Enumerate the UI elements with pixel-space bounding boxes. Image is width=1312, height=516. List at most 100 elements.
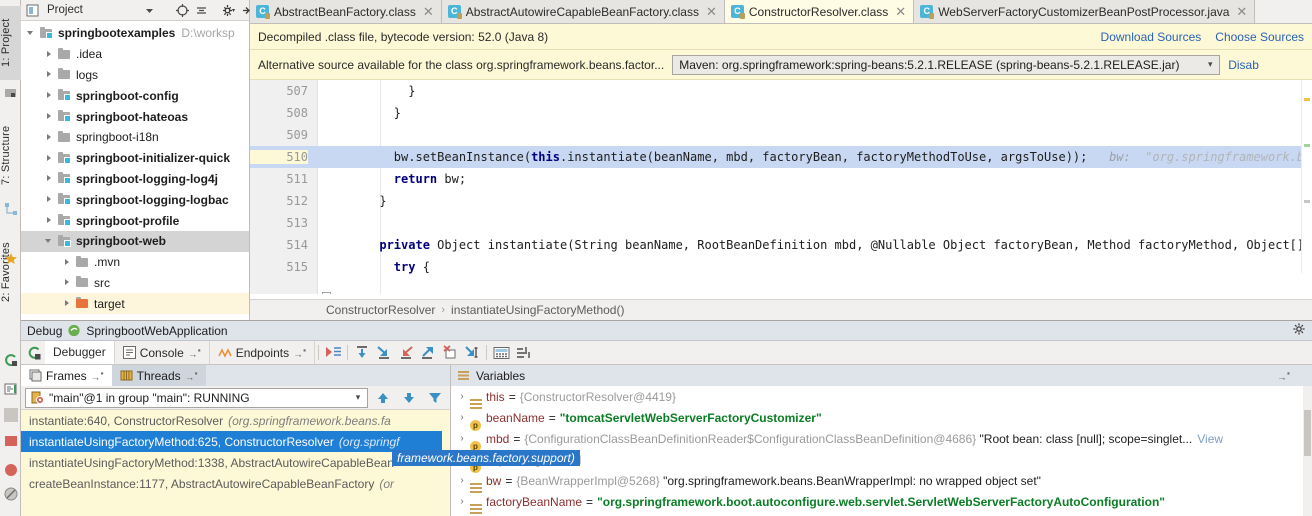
gear-icon[interactable] — [1292, 322, 1306, 339]
close-icon[interactable]: ✕ — [895, 4, 906, 20]
detach-icon[interactable]: →▪ — [188, 345, 201, 360]
editor-scrollbar[interactable] — [1301, 80, 1312, 273]
force-step-into-icon[interactable] — [395, 341, 417, 364]
tree-node[interactable]: springboot-initializer-quick — [21, 148, 249, 169]
frame-row[interactable]: instantiateUsingFactoryMethod:625, Const… — [21, 431, 450, 452]
disable-link[interactable]: Disab — [1228, 58, 1259, 72]
console-output-icon[interactable] — [4, 382, 18, 396]
settings-icon[interactable] — [221, 3, 236, 18]
tree-node[interactable]: springbootexamples D:\worksp — [21, 23, 249, 44]
chevron-right-icon[interactable] — [43, 193, 56, 206]
code-viewer[interactable]: 507 } 508 } 509 510 bw.setBeanInstance(this… — [250, 80, 1312, 294]
editor-tab-bar[interactable]: C AbstractBeanFactory.class ✕ C AbstractAuto… — [250, 0, 1312, 24]
chevron-right-icon[interactable] — [43, 68, 56, 81]
breadcrumb[interactable]: ConstructorResolver › instantiateUsingFa… — [250, 299, 1312, 320]
frames-tab-bar[interactable]: Frames →▪ Threads →▪ — [21, 365, 450, 386]
rerun-icon[interactable] — [4, 353, 18, 367]
chevron-right-icon[interactable]: › — [455, 475, 469, 486]
choose-sources-link[interactable]: Choose Sources — [1215, 30, 1304, 44]
tree-node[interactable]: springboot-logging-logbac — [21, 189, 249, 210]
editor-tab[interactable]: C AbstractAutowireCapableBeanFactory.clas… — [441, 0, 725, 23]
chevron-right-icon[interactable] — [43, 110, 56, 123]
project-tree[interactable]: springbootexamples D:\worksp .idea logs spri… — [21, 21, 249, 320]
chevron-right-icon[interactable]: › — [455, 391, 469, 402]
step-into-icon[interactable] — [373, 341, 395, 364]
filter-icon[interactable] — [424, 391, 446, 405]
variable-row[interactable]: › p mbd = {ConfigurationClassBeanDefinitionR… — [451, 428, 1312, 452]
variables-scrollbar[interactable] — [1303, 386, 1312, 516]
tree-node[interactable]: logs — [21, 65, 249, 86]
chevron-down-icon[interactable] — [142, 3, 157, 18]
chevron-right-icon[interactable] — [43, 152, 56, 165]
frame-row[interactable]: createBeanInstance:1177, AbstractAutowir… — [21, 473, 450, 494]
pause-icon[interactable] — [4, 408, 18, 422]
tab-debugger[interactable]: Debugger — [45, 341, 115, 364]
detach-icon[interactable]: →▪ — [185, 368, 198, 383]
chevron-right-icon[interactable] — [43, 131, 56, 144]
run-to-cursor-icon[interactable] — [461, 341, 483, 364]
variables-list[interactable]: › this = {ConstructorResolver@4419} › p beanN… — [451, 386, 1312, 516]
chevron-right-icon[interactable] — [43, 172, 56, 185]
tab-frames[interactable]: Frames →▪ — [21, 365, 112, 386]
step-over-icon[interactable] — [351, 341, 373, 364]
thread-selector[interactable]: "main"@1 in group "main": RUNNING ▾ — [25, 387, 368, 408]
fold-marker-icon[interactable] — [322, 292, 331, 294]
arrow-up-icon[interactable] — [372, 391, 394, 405]
layout-settings-icon[interactable] — [512, 341, 534, 364]
chevron-right-icon[interactable] — [43, 214, 56, 227]
chevron-right-icon[interactable]: › — [455, 496, 469, 507]
arrow-down-icon[interactable] — [398, 391, 420, 405]
chevron-right-icon[interactable] — [43, 89, 56, 102]
debug-tab-bar[interactable]: Debugger Console →▪ Endpoints →▪ — [21, 341, 1312, 365]
detach-icon[interactable]: →▪ — [293, 345, 306, 360]
chevron-down-icon[interactable] — [25, 27, 38, 40]
variable-row[interactable]: pexplicitArgs=null — [451, 449, 1312, 473]
variable-row[interactable]: › factoryBeanName = "org.springframework.bo… — [451, 491, 1312, 514]
close-icon[interactable]: ✕ — [706, 4, 717, 20]
project-view-mode-icon[interactable] — [25, 3, 40, 18]
chevron-down-icon[interactable] — [43, 235, 56, 248]
step-out-icon[interactable] — [417, 341, 439, 364]
tree-node[interactable]: .idea — [21, 44, 249, 65]
tree-node[interactable]: springboot-logging-log4j — [21, 169, 249, 190]
tree-node[interactable]: .mvn — [21, 252, 249, 273]
editor-tab[interactable]: C WebServerFactoryCustomizerBeanPostProce… — [914, 0, 1256, 23]
detach-icon[interactable]: →▪ — [91, 368, 104, 383]
tab-console[interactable]: Console →▪ — [115, 341, 210, 364]
chevron-right-icon[interactable] — [61, 256, 74, 269]
editor-tab[interactable]: C AbstractBeanFactory.class ✕ — [250, 0, 442, 23]
variable-row[interactable]: › p beanName = "tomcatServletWebServerFactor… — [451, 407, 1312, 431]
tree-node[interactable]: springboot-hateoas — [21, 106, 249, 127]
variables-scrollbar-thumb[interactable] — [1304, 410, 1311, 456]
evaluate-expression-icon[interactable] — [490, 341, 512, 364]
drop-frame-icon[interactable] — [439, 341, 461, 364]
tab-endpoints[interactable]: Endpoints →▪ — [210, 341, 316, 364]
collapse-all-icon[interactable] — [194, 3, 209, 18]
tree-node[interactable]: springboot-config — [21, 85, 249, 106]
breadcrumb-method[interactable]: instantiateUsingFactoryMethod() — [451, 303, 624, 317]
frames-list[interactable]: instantiate:640, ConstructorResolver (org… — [21, 410, 450, 516]
close-icon[interactable]: ✕ — [423, 4, 434, 20]
download-sources-link[interactable]: Download Sources — [1101, 30, 1202, 44]
view-breakpoints-icon[interactable] — [4, 463, 18, 477]
tree-node[interactable]: springboot-i18n — [21, 127, 249, 148]
frame-row[interactable]: instantiateUsingFactoryMethod:1338, Abst… — [21, 452, 450, 473]
tool-window-tab-structure[interactable]: 7: Structure — [0, 112, 21, 198]
chevron-right-icon[interactable]: › — [455, 433, 469, 444]
chevron-right-icon[interactable] — [43, 48, 56, 61]
tree-node[interactable]: springboot-profile — [21, 210, 249, 231]
tool-window-tab-project[interactable]: 1: Project — [0, 6, 21, 80]
close-icon[interactable]: ✕ — [1236, 4, 1247, 20]
variable-row[interactable]: › this = {ConstructorResolver@4419} — [451, 386, 1312, 409]
chevron-right-icon[interactable] — [61, 297, 74, 310]
chevron-right-icon[interactable]: › — [455, 412, 469, 423]
detach-icon[interactable]: →▪ — [1277, 368, 1290, 383]
chevron-right-icon[interactable] — [61, 276, 74, 289]
variable-row[interactable]: › bw = {BeanWrapperImpl@5268} "org.springfr… — [451, 470, 1312, 493]
tree-node[interactable]: src — [21, 273, 249, 294]
view-link[interactable]: View — [1197, 432, 1223, 446]
stop-icon[interactable] — [4, 434, 18, 448]
breadcrumb-class[interactable]: ConstructorResolver — [326, 303, 435, 317]
frame-row[interactable]: instantiate:640, ConstructorResolver (org… — [21, 410, 450, 431]
rerun-debug-icon[interactable] — [23, 341, 45, 364]
